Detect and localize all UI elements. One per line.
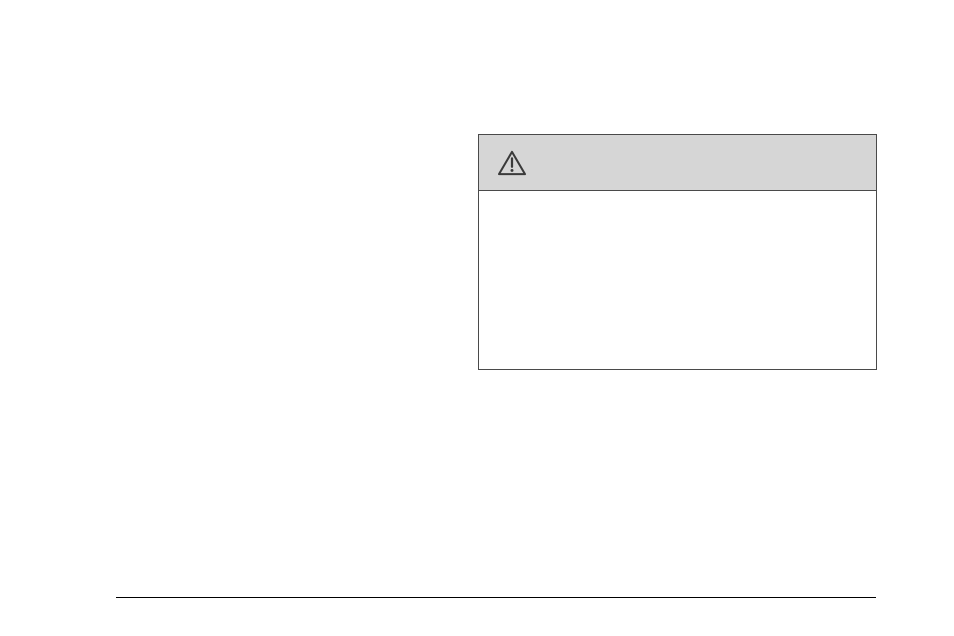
caution-body-text bbox=[479, 191, 876, 369]
warning-icon bbox=[497, 150, 527, 176]
caution-box bbox=[478, 134, 877, 370]
caution-header bbox=[479, 135, 876, 191]
right-column-below-text bbox=[478, 370, 878, 388]
footer-divider bbox=[116, 597, 876, 598]
right-column bbox=[478, 134, 878, 388]
